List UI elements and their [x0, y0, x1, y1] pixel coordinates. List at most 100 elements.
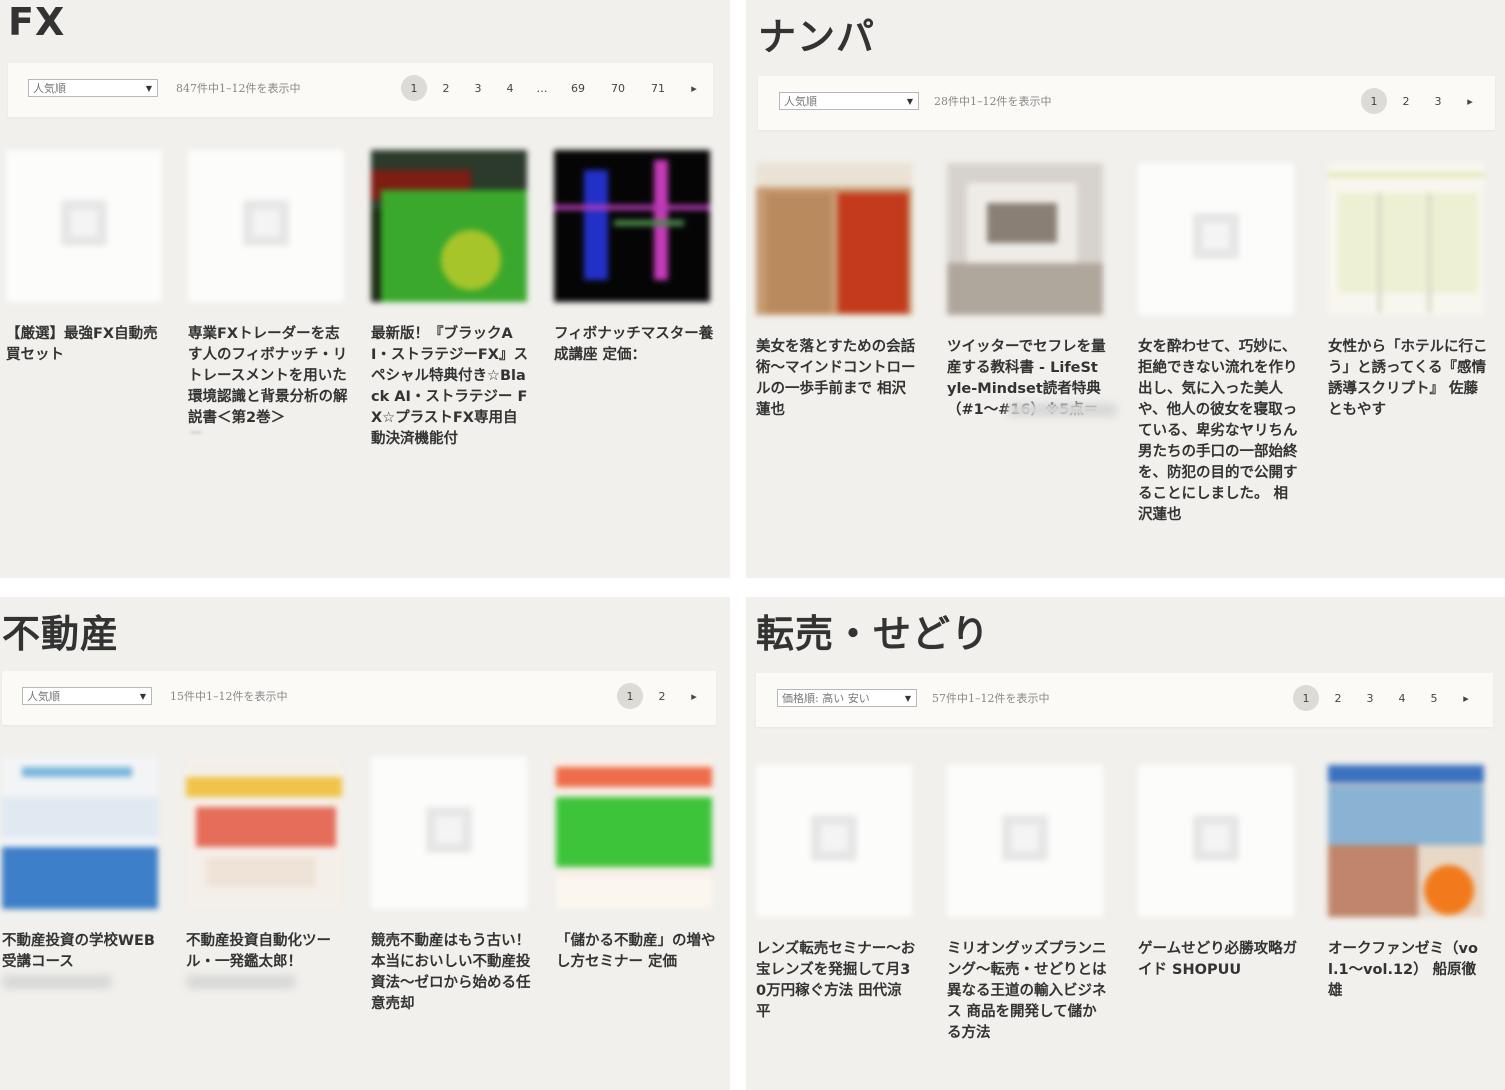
product-image[interactable]	[1328, 765, 1484, 917]
image-placeholder-icon	[1002, 815, 1048, 861]
listing-toolbar: 人気順 ▼ 847件中1–12件を表示中 1 2 3 4 … 69 70 71 …	[8, 63, 713, 117]
page-link-1[interactable]: 1	[1358, 88, 1390, 114]
product-image[interactable]	[6, 150, 162, 302]
product-price	[186, 975, 296, 989]
image-placeholder-icon	[1193, 213, 1239, 259]
product-card[interactable]: 女性から「ホテルに行こう」と誘ってくる『感情誘導スクリプト』 佐藤ともやす	[1328, 163, 1488, 421]
listing-toolbar: 人気順 ▼ 15件中1–12件を表示中 1 2 ▸	[2, 671, 716, 725]
product-card[interactable]: ミリオングッズプランニング～転売・せどりとは異なる王道の輸入ビジネス 商品を開発…	[947, 765, 1107, 1044]
product-card[interactable]: オークファンゼミ（vol.1～vol.12） 船原徹雄	[1328, 765, 1488, 1002]
image-placeholder-icon	[811, 815, 857, 861]
image-placeholder-icon	[1193, 815, 1239, 861]
product-card[interactable]: 【厳選】最強FX自動売買セット	[6, 150, 166, 366]
page-link-5[interactable]: 5	[1418, 685, 1450, 711]
category-realestate: 不動産 人気順 ▼ 15件中1–12件を表示中 1 2 ▸ 不動産投資の学校WE…	[0, 597, 730, 1090]
product-card[interactable]: 競売不動産はもう古い！本当においしい不動産投資法～ゼロから始める任意売却	[371, 757, 531, 1015]
product-image[interactable]	[756, 765, 912, 917]
page-link-70[interactable]: 70	[598, 75, 638, 101]
category-resale: 転売・せどり 価格順: 高い 安い ▼ 57件中1–12件を表示中 1 2 3 …	[746, 597, 1505, 1090]
product-name[interactable]: フィボナッチマスター養成講座 定価：	[554, 324, 714, 366]
chevron-right-icon[interactable]: ▸	[678, 683, 710, 709]
product-card[interactable]: 不動産投資自動化ツール・一発鑑太郎！	[186, 757, 346, 989]
product-image[interactable]	[947, 163, 1103, 315]
product-image[interactable]	[947, 765, 1103, 917]
product-image[interactable]	[1138, 765, 1294, 917]
product-name[interactable]: 最新版！『ブラックAI・ストラテジーFX』スペシャル特典付き☆Black AI・…	[371, 324, 531, 450]
product-image[interactable]	[554, 150, 710, 302]
product-card[interactable]: ツイッターでセフレを量産する教科書 - LifeStyle-Mindset読者特…	[947, 163, 1117, 418]
product-name[interactable]: 女を酔わせて、巧妙に、拒絶できない流れを作り出し、気に入った美人や、他人の彼女を…	[1138, 337, 1298, 526]
product-name[interactable]: ミリオングッズプランニング～転売・せどりとは異なる王道の輸入ビジネス 商品を開発…	[947, 939, 1107, 1044]
page-link-71[interactable]: 71	[638, 75, 678, 101]
caret-down-icon: ▼	[904, 694, 911, 703]
pagination: 1 2 3 ▸	[1358, 88, 1486, 114]
page-ellipsis: …	[536, 81, 548, 95]
caret-down-icon: ▼	[139, 692, 146, 701]
product-name[interactable]: レンズ転売セミナー～お宝レンズを発掘して月30万円稼ぐ方法 田代涼平	[756, 939, 916, 1023]
pagination: 1 2 3 4 5 ▸	[1290, 685, 1482, 711]
chevron-right-icon[interactable]: ▸	[678, 75, 710, 101]
sort-select[interactable]: 人気順 ▼	[22, 687, 152, 705]
product-card[interactable]: 専業FXトレーダーを志す人のフィボナッチ・リトレースメントを用いた環境認識と背景…	[188, 150, 348, 434]
product-image[interactable]	[756, 163, 912, 315]
sort-select-value: 人気順	[27, 690, 60, 703]
product-image[interactable]	[2, 757, 158, 909]
product-name[interactable]: 女性から「ホテルに行こう」と誘ってくる『感情誘導スクリプト』 佐藤ともやす	[1328, 337, 1488, 421]
product-card[interactable]: ゲームせどり必勝攻略ガイド SHOPUU	[1138, 765, 1298, 981]
chevron-right-icon[interactable]: ▸	[1450, 685, 1482, 711]
sort-select[interactable]: 人気順 ▼	[779, 92, 919, 110]
product-name[interactable]: 「儲かる不動産」の増やし方セミナー 定価	[556, 931, 716, 973]
result-count: 57件中1–12件を表示中	[932, 692, 1050, 705]
product-image[interactable]	[188, 150, 344, 302]
product-name[interactable]: 不動産投資の学校WEB受講コース	[2, 931, 162, 973]
product-image[interactable]	[371, 757, 527, 909]
product-image[interactable]	[556, 757, 712, 909]
product-name[interactable]: 専業FXトレーダーを志す人のフィボナッチ・リトレースメントを用いた環境認識と背景…	[188, 324, 348, 429]
page-link-4[interactable]: 4	[1386, 685, 1418, 711]
product-card[interactable]: レンズ転売セミナー～お宝レンズを発掘して月30万円稼ぐ方法 田代涼平	[756, 765, 916, 1023]
product-name[interactable]: 美女を落とすための会話術～マインドコントロールの一歩手前まで 相沢蓮也	[756, 337, 916, 421]
image-placeholder-icon	[61, 200, 107, 246]
sort-select[interactable]: 人気順 ▼	[28, 79, 158, 97]
page-link-2[interactable]: 2	[1390, 88, 1422, 114]
product-image[interactable]	[1328, 163, 1484, 315]
product-image[interactable]	[1138, 163, 1294, 315]
page-link-1[interactable]: 1	[1290, 685, 1322, 711]
page-link-2[interactable]: 2	[646, 683, 678, 709]
chevron-right-icon[interactable]: ▸	[1454, 88, 1486, 114]
page-link-2[interactable]: 2	[1322, 685, 1354, 711]
product-card[interactable]: 不動産投資の学校WEB受講コース	[2, 757, 162, 989]
sort-select-value: 人気順	[784, 95, 817, 108]
product-card[interactable]: フィボナッチマスター養成講座 定価：	[554, 150, 714, 366]
product-card[interactable]: 最新版！『ブラックAI・ストラテジーFX』スペシャル特典付き☆Black AI・…	[371, 150, 531, 450]
sort-select[interactable]: 価格順: 高い 安い ▼	[777, 689, 917, 707]
product-name[interactable]: 競売不動産はもう古い！本当においしい不動産投資法～ゼロから始める任意売却	[371, 931, 531, 1015]
product-card[interactable]: 美女を落とすための会話術～マインドコントロールの一歩手前まで 相沢蓮也	[756, 163, 916, 421]
product-image[interactable]	[186, 757, 342, 909]
page-link-69[interactable]: 69	[558, 75, 598, 101]
product-name[interactable]: 不動産投資自動化ツール・一発鑑太郎！	[186, 931, 346, 973]
page-link-3[interactable]: 3	[462, 75, 494, 101]
page-link-2[interactable]: 2	[430, 75, 462, 101]
product-name[interactable]: 【厳選】最強FX自動売買セット	[6, 324, 166, 366]
page-link-4[interactable]: 4	[494, 75, 526, 101]
pagination: 1 2 ▸	[614, 683, 710, 709]
product-price	[2, 975, 112, 989]
result-count: 28件中1–12件を表示中	[934, 95, 1052, 108]
product-name[interactable]: ゲームせどり必勝攻略ガイド SHOPUU	[1138, 939, 1298, 981]
result-count: 847件中1–12件を表示中	[176, 82, 301, 95]
image-placeholder-icon	[243, 200, 289, 246]
category-title: 不動産	[2, 612, 120, 656]
product-name[interactable]: オークファンゼミ（vol.1～vol.12） 船原徹雄	[1328, 939, 1488, 1002]
page-link-3[interactable]: 3	[1422, 88, 1454, 114]
product-card[interactable]: 「儲かる不動産」の増やし方セミナー 定価	[556, 757, 716, 973]
listing-toolbar: 人気順 ▼ 28件中1–12件を表示中 1 2 3 ▸	[758, 76, 1495, 130]
product-price	[190, 431, 202, 434]
category-fx: FX 人気順 ▼ 847件中1–12件を表示中 1 2 3 4 … 69 70 …	[0, 0, 730, 578]
result-count: 15件中1–12件を表示中	[170, 690, 288, 703]
product-image[interactable]	[371, 150, 527, 302]
product-card[interactable]: 女を酔わせて、巧妙に、拒絶できない流れを作り出し、気に入った美人や、他人の彼女を…	[1138, 163, 1298, 526]
page-link-1[interactable]: 1	[398, 75, 430, 101]
page-link-1[interactable]: 1	[614, 683, 646, 709]
page-link-3[interactable]: 3	[1354, 685, 1386, 711]
